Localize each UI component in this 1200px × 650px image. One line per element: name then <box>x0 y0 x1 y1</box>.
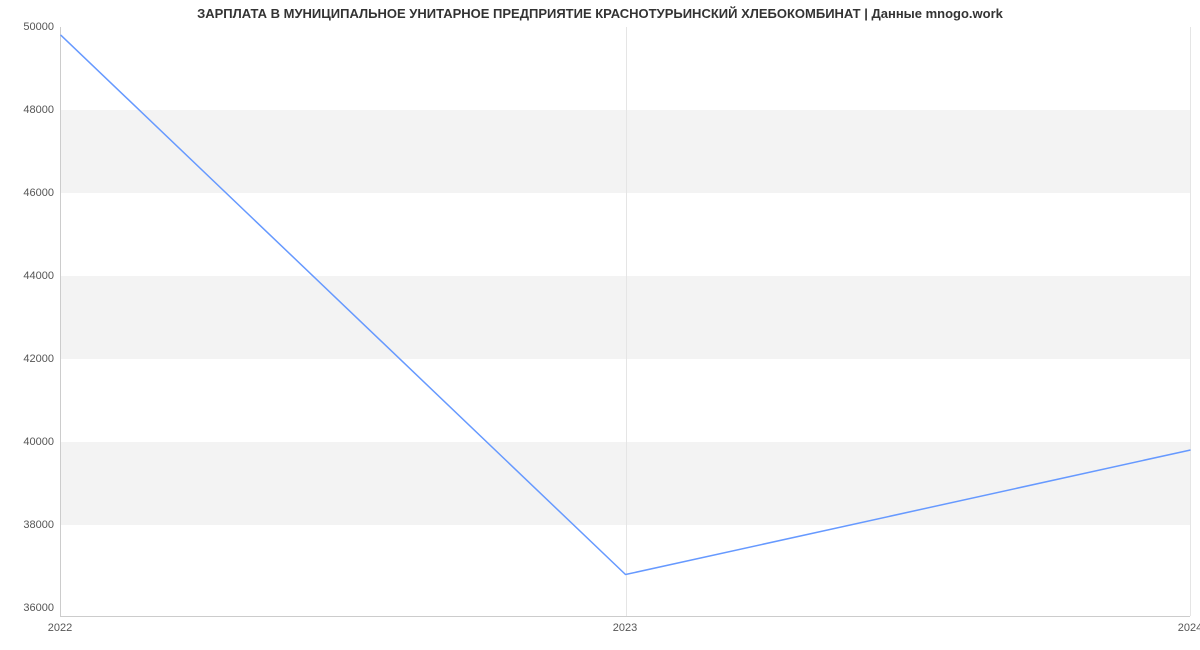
x-tick-label: 2022 <box>48 622 72 634</box>
y-tick-label: 46000 <box>4 187 54 199</box>
y-tick-label: 50000 <box>4 21 54 33</box>
chart-title: ЗАРПЛАТА В МУНИЦИПАЛЬНОЕ УНИТАРНОЕ ПРЕДП… <box>0 6 1200 21</box>
x-tick-label: 2024 <box>1178 622 1200 634</box>
x-tick-label: 2023 <box>613 622 637 634</box>
y-tick-label: 40000 <box>4 436 54 448</box>
y-tick-label: 36000 <box>4 602 54 614</box>
y-tick-label: 42000 <box>4 353 54 365</box>
y-tick-label: 48000 <box>4 104 54 116</box>
plot-area <box>60 27 1190 617</box>
salary-series-line <box>61 27 1190 616</box>
salary-line-chart: ЗАРПЛАТА В МУНИЦИПАЛЬНОЕ УНИТАРНОЕ ПРЕДП… <box>0 0 1200 650</box>
y-tick-label: 44000 <box>4 270 54 282</box>
x-gridline <box>1190 27 1191 616</box>
y-tick-label: 38000 <box>4 519 54 531</box>
